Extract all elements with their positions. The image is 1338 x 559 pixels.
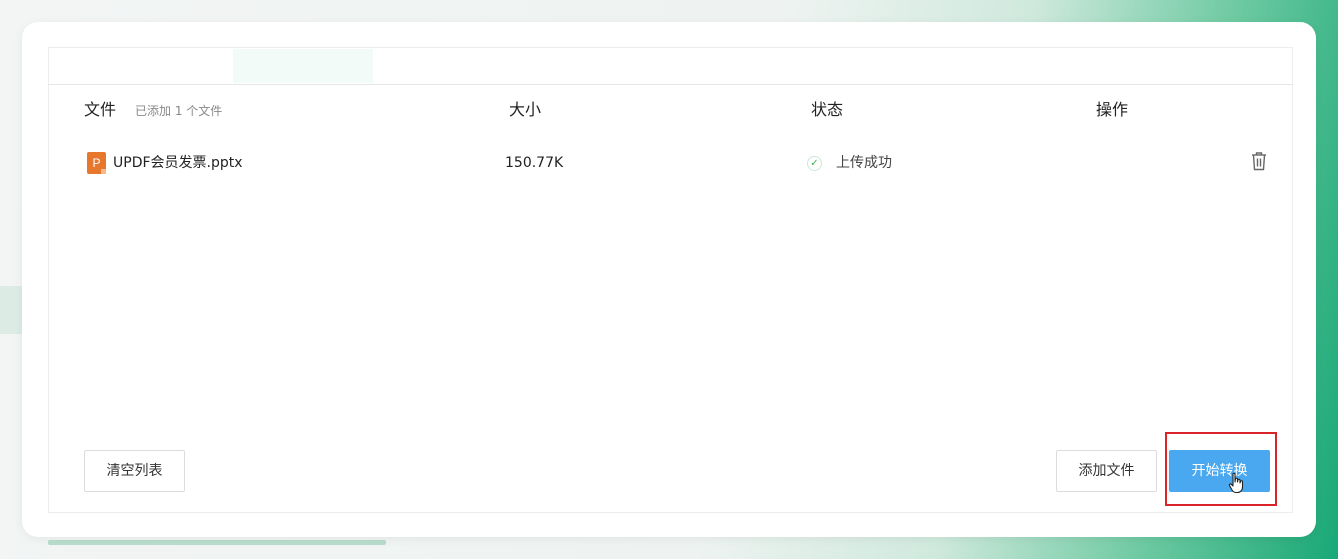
header-status: 状态: [811, 100, 844, 119]
clear-list-button[interactable]: 清空列表: [84, 450, 185, 492]
header-size: 大小: [509, 100, 542, 119]
pptx-file-icon: P: [87, 152, 106, 174]
header-actions: 操作: [1096, 100, 1129, 119]
background-bar: [48, 540, 386, 545]
file-status: 上传成功: [836, 155, 892, 171]
file-name: UPDF会员发票.pptx: [113, 155, 243, 171]
header-file: 文件: [84, 100, 117, 119]
top-strip-glow: [233, 49, 373, 83]
add-file-button[interactable]: 添加文件: [1056, 450, 1157, 492]
panel-top-strip: [48, 47, 1293, 85]
header-file-count: 已添加 1 个文件: [135, 104, 223, 118]
file-size: 150.77K: [505, 155, 564, 171]
trash-icon[interactable]: [1249, 150, 1269, 172]
check-circle-icon: ✓: [807, 156, 822, 171]
start-convert-button[interactable]: 开始转换: [1169, 450, 1270, 492]
